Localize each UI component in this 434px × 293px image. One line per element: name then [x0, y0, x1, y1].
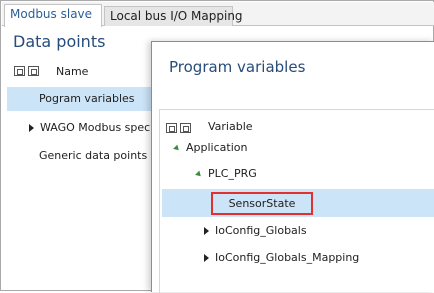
list-item-label: Generic data points	[39, 149, 148, 162]
dialog-column-icons	[166, 123, 191, 133]
collapsed-arrow-icon[interactable]	[204, 254, 209, 262]
highlight-box: SensorState	[211, 192, 313, 215]
list-item-wago-modbus[interactable]: WAGO Modbus speci	[1, 116, 152, 140]
collapse-all-icon[interactable]	[180, 123, 191, 133]
dialog-title: Program variables	[169, 58, 306, 76]
main-window: Modbus slave Local bus I/O Mapping Data …	[0, 0, 434, 293]
tree-node-label: Application	[186, 141, 248, 154]
variable-column-header: Variable	[208, 120, 253, 133]
expanded-arrow-icon[interactable]	[173, 144, 181, 152]
tab-modbus-slave[interactable]: Modbus slave	[4, 4, 102, 27]
tree-node-label: IoConfig_Globals_Mapping	[215, 251, 360, 264]
page-title: Data points	[13, 32, 106, 51]
tab-strip: Modbus slave Local bus I/O Mapping	[2, 2, 434, 27]
left-column-header: Name	[56, 65, 89, 78]
tree-node-application[interactable]: Application	[173, 137, 248, 159]
tab-local-bus-io-mapping[interactable]: Local bus I/O Mapping	[104, 6, 243, 26]
list-item-label: WAGO Modbus speci	[40, 121, 152, 134]
expand-all-icon[interactable]	[166, 123, 177, 133]
tree-node-label: SensorState	[228, 197, 296, 210]
list-item-generic-data-points[interactable]: Generic data points	[1, 144, 152, 168]
list-item-program-variables[interactable]: Pogram variables	[7, 87, 152, 111]
collapsed-arrow-icon[interactable]	[204, 227, 209, 235]
tree-node-ioconfig-globals[interactable]: IoConfig_Globals	[204, 220, 307, 242]
program-variables-dialog: Program variables Variable Application P…	[151, 41, 434, 293]
left-column-icons	[14, 66, 39, 76]
expand-arrow-icon[interactable]	[29, 124, 34, 132]
variable-tree-panel: Variable Application PLC_PRG SensorState…	[159, 109, 434, 293]
tree-node-sensor-state[interactable]: SensorState	[162, 189, 434, 217]
expanded-arrow-icon[interactable]	[195, 170, 203, 178]
tree-node-label: IoConfig_Globals	[215, 224, 307, 237]
tree-node-plc-prg[interactable]: PLC_PRG	[195, 163, 257, 185]
expand-all-icon[interactable]	[14, 66, 25, 76]
tree-node-label: PLC_PRG	[208, 167, 257, 180]
collapse-all-icon[interactable]	[28, 66, 39, 76]
tree-node-ioconfig-globals-mapping[interactable]: IoConfig_Globals_Mapping	[204, 247, 359, 269]
list-item-label: Pogram variables	[39, 92, 135, 105]
